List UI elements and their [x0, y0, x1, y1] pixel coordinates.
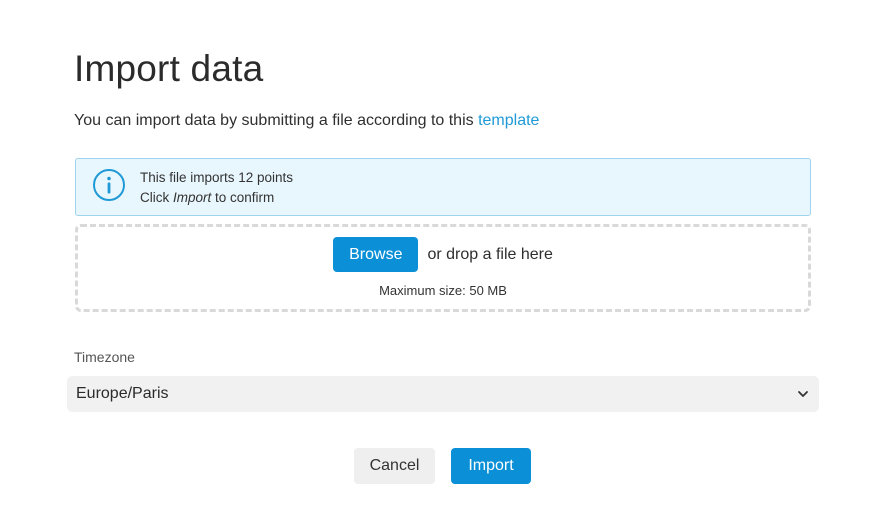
timezone-value: Europe/Paris [76, 385, 169, 402]
intro-sentence: You can import data by submitting a file… [74, 112, 479, 129]
browse-row: Browse or drop a file here [78, 237, 808, 272]
info-line-confirm: Click Import to confirm [140, 188, 293, 208]
info-confirm-suffix: to confirm [211, 190, 275, 205]
info-text: This file imports 12 points Click Import… [140, 168, 293, 208]
info-icon [93, 169, 125, 201]
drop-hint: or drop a file here [427, 245, 553, 263]
import-dialog: Import data You can import data by submi… [0, 0, 869, 522]
browse-button[interactable]: Browse [333, 237, 419, 272]
info-click-prefix: Click [140, 190, 173, 205]
timezone-select[interactable]: Europe/Paris [67, 376, 819, 412]
info-line-points: This file imports 12 points [140, 170, 294, 185]
chevron-down-icon [798, 391, 808, 397]
import-button[interactable]: Import [451, 448, 531, 484]
file-dropzone[interactable]: Browse or drop a file here Maximum size:… [75, 224, 811, 312]
info-import-emphasis: Import [173, 190, 212, 205]
max-size-note: Maximum size: 50 MB [379, 283, 507, 298]
intro-text: You can import data by submitting a file… [74, 112, 539, 130]
cancel-button[interactable]: Cancel [354, 448, 435, 484]
template-link[interactable]: template [478, 112, 539, 129]
info-banner: This file imports 12 points Click Import… [75, 158, 811, 216]
timezone-label: Timezone [74, 349, 135, 365]
page-title: Import data [74, 48, 264, 89]
